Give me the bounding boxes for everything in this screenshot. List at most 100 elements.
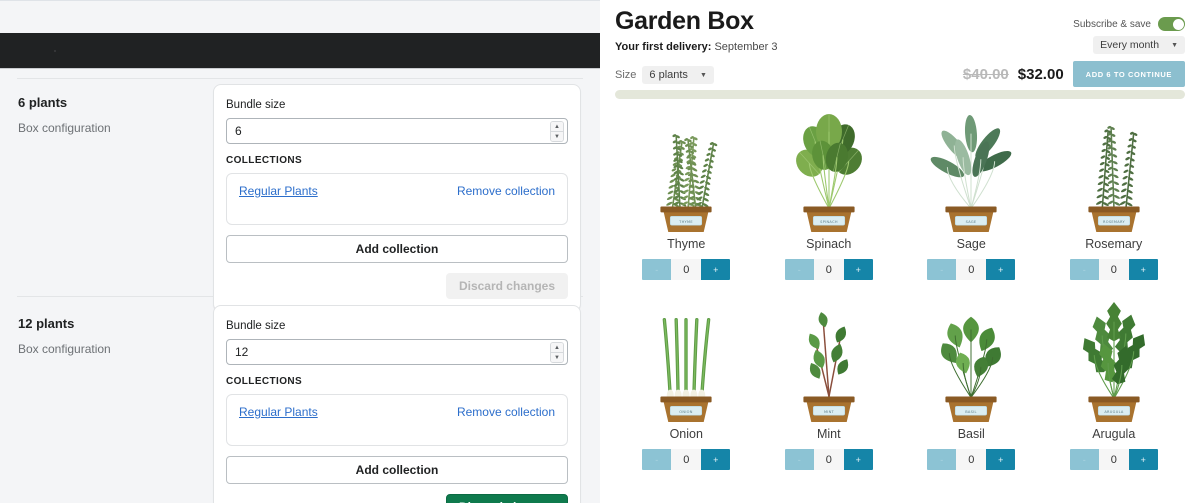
increment-button[interactable]: + — [986, 449, 1016, 470]
add-collection-button[interactable]: Add collection — [226, 235, 568, 263]
plant-illustration-sage-icon: SAGE — [921, 112, 1021, 234]
section-heading-group-12: 12 plants Box configuration — [18, 315, 198, 357]
section-title: 12 plants — [18, 316, 75, 331]
plant-card: ROSEMARY Rosemary -0 + — [1043, 108, 1186, 298]
stepper-up-icon[interactable]: ▲ — [551, 122, 563, 132]
quantity-value: 0 — [813, 449, 844, 470]
subscribe-row: Subscribe & save — [1073, 17, 1185, 31]
plant-card: THYME Thyme -0 + — [615, 108, 758, 298]
plant-illustration-spinach-icon: SPINACH — [779, 112, 879, 234]
bundle-size-label: Bundle size — [226, 99, 286, 111]
discounted-price: $32.00 — [1017, 65, 1064, 83]
increment-button[interactable]: + — [986, 259, 1016, 280]
quantity-value: 0 — [1098, 259, 1129, 280]
bundle-size-value: 6 — [235, 124, 242, 138]
decrement-button[interactable]: - — [1069, 449, 1099, 470]
collection-link[interactable]: Regular Plants — [239, 405, 318, 419]
admin-panel: 6 plants Box configuration Bundle size 6… — [0, 0, 600, 503]
decrement-button[interactable]: - — [784, 449, 814, 470]
plant-name: Mint — [816, 427, 841, 441]
frequency-dropdown[interactable]: Every month ▼ — [1093, 36, 1185, 54]
bundle-size-stepper[interactable]: ▲ ▼ — [550, 342, 564, 363]
quantity-stepper: -0 + — [784, 259, 873, 280]
plant-illustration-thyme-icon: THYME — [636, 112, 736, 234]
decrement-button[interactable]: - — [1069, 259, 1099, 280]
stepper-down-icon[interactable]: ▼ — [551, 353, 563, 362]
svg-text:SAGE: SAGE — [966, 220, 977, 224]
svg-text:BASIL: BASIL — [965, 410, 977, 414]
discard-changes-button[interactable]: Discard changes — [445, 494, 568, 503]
svg-text:THYME: THYME — [678, 220, 693, 224]
section-title: 6 plants — [18, 95, 68, 110]
plant-name: Rosemary — [1085, 237, 1143, 251]
increment-button[interactable]: + — [843, 259, 873, 280]
discard-changes-button[interactable]: Discard changes — [445, 273, 568, 299]
bundle-size-label: Bundle size — [226, 320, 286, 332]
size-label: Size — [615, 69, 637, 81]
bundle-size-input-wrapper[interactable]: 12 ▲ ▼ — [226, 339, 568, 365]
quantity-value: 0 — [1098, 449, 1129, 470]
collections-header: COLLECTIONS — [226, 376, 303, 387]
first-delivery-label: Your first delivery: — [615, 41, 712, 53]
quantity-stepper: -0 + — [927, 449, 1016, 470]
card-actions: Discard changes — [226, 273, 568, 299]
svg-text:SPINACH: SPINACH — [820, 220, 838, 224]
remove-collection-link[interactable]: Remove collection — [457, 405, 555, 419]
plant-illustration-rosemary-icon: ROSEMARY — [1064, 112, 1164, 234]
increment-button[interactable]: + — [843, 449, 873, 470]
plant-name: Spinach — [806, 237, 852, 251]
plant-illustration-basil-icon: BASIL — [921, 302, 1021, 424]
collection-row: Regular Plants Remove collection — [226, 173, 568, 225]
size-dropdown-value: 6 plants — [649, 69, 688, 81]
app-root: 6 plants Box configuration Bundle size 6… — [0, 0, 1200, 503]
plant-grid: THYME Thyme -0 + SPINACH Spinach -0 + SAGE S… — [615, 108, 1185, 488]
increment-button[interactable]: + — [1128, 259, 1158, 280]
plant-card: ONION Onion -0 + — [615, 298, 758, 488]
collections-header: COLLECTIONS — [226, 155, 303, 166]
plant-illustration-onion-icon: ONION — [636, 302, 736, 424]
plant-card: ARUGULA Arugula -0 + — [1043, 298, 1186, 488]
increment-button[interactable]: + — [1128, 449, 1158, 470]
size-selector-row: Size 6 plants ▼ — [615, 66, 714, 84]
plant-name: Onion — [669, 427, 703, 441]
plant-name: Basil — [957, 427, 985, 441]
quantity-value: 0 — [956, 259, 987, 280]
svg-text:MINT: MINT — [824, 410, 835, 414]
toolbar-dot — [54, 50, 56, 52]
quantity-stepper: -0 + — [784, 449, 873, 470]
subscribe-toggle[interactable] — [1158, 17, 1185, 31]
card-actions: Discard changes — [226, 494, 568, 503]
decrement-button[interactable]: - — [927, 259, 957, 280]
bundle-size-stepper[interactable]: ▲ ▼ — [550, 121, 564, 142]
box-config-card-6: Bundle size 6 ▲ ▼ COLLECTIONS Regular Pl… — [213, 84, 581, 312]
admin-dark-toolbar — [0, 33, 600, 69]
svg-text:ROSEMARY: ROSEMARY — [1103, 220, 1125, 224]
decrement-button[interactable]: - — [642, 259, 672, 280]
decrement-button[interactable]: - — [642, 449, 672, 470]
size-dropdown[interactable]: 6 plants ▼ — [642, 66, 714, 84]
collection-link[interactable]: Regular Plants — [239, 184, 318, 198]
decrement-button[interactable]: - — [927, 449, 957, 470]
bundle-size-input-wrapper[interactable]: 6 ▲ ▼ — [226, 118, 568, 144]
collection-row: Regular Plants Remove collection — [226, 394, 568, 446]
remove-collection-link[interactable]: Remove collection — [457, 184, 555, 198]
price-and-cta: $40.00 $32.00 ADD 6 TO CONTINUE — [963, 61, 1185, 87]
add-to-continue-button[interactable]: ADD 6 TO CONTINUE — [1072, 61, 1185, 87]
selection-progress-bar — [615, 90, 1185, 99]
increment-button[interactable]: + — [701, 259, 731, 280]
stepper-down-icon[interactable]: ▼ — [551, 132, 563, 141]
plant-illustration-arugula-icon: ARUGULA — [1064, 302, 1164, 424]
svg-text:ARUGULA: ARUGULA — [1104, 410, 1124, 414]
quantity-value: 0 — [671, 449, 702, 470]
decrement-button[interactable]: - — [784, 259, 814, 280]
subscribe-label: Subscribe & save — [1073, 18, 1151, 30]
quantity-stepper: -0 + — [642, 449, 731, 470]
quantity-value: 0 — [671, 259, 702, 280]
add-collection-button[interactable]: Add collection — [226, 456, 568, 484]
increment-button[interactable]: + — [701, 449, 731, 470]
quantity-value: 0 — [956, 449, 987, 470]
original-price: $40.00 — [962, 65, 1009, 83]
storefront-preview: Garden Box Your first delivery: Septembe… — [600, 0, 1200, 503]
plant-card: SPINACH Spinach -0 + — [758, 108, 901, 298]
stepper-up-icon[interactable]: ▲ — [551, 343, 563, 353]
